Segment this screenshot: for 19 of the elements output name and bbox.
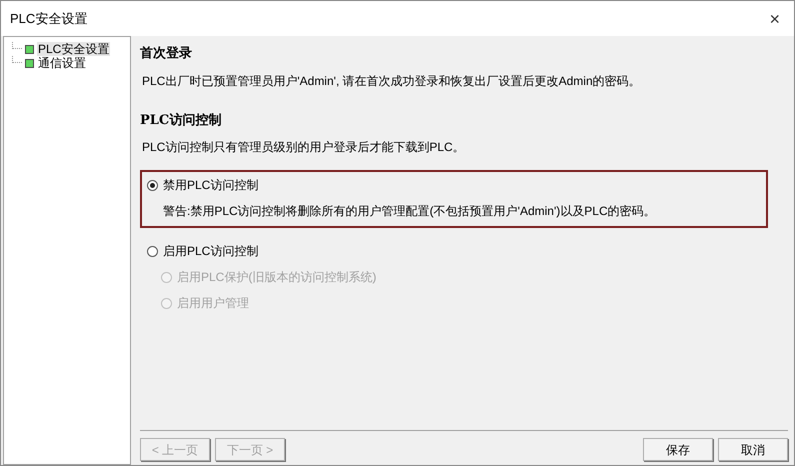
radio-button[interactable] [147, 246, 158, 256]
radio-label: 启用用户管理 [177, 295, 249, 312]
section-heading: 首次登录 [140, 45, 192, 63]
radio-label: 启用PLC访问控制 [163, 243, 258, 260]
close-button[interactable]: × [765, 10, 784, 28]
radio-label: 禁用PLC访问控制 [163, 177, 258, 194]
window-title: PLC安全设置 [10, 10, 88, 28]
section-text: PLC出厂时已预置管理员用户'Admin', 请在首次成功登录和恢复出厂设置后更改Admin的密码。 [142, 72, 641, 90]
tree-item[interactable]: PLC安全设置 [37, 42, 110, 56]
square-icon [25, 44, 34, 54]
warning-text: 警告:禁用PLC访问控制将删除所有的用户管理配置(不包括预置用户'Admin')以及PLC的密码。 [163, 203, 657, 220]
section-text: PLC访问控制只有管理员级别的用户登录后才能下载到PLC。 [142, 139, 465, 156]
dialog-button[interactable]: 保存 [643, 438, 713, 461]
square-icon [25, 58, 34, 68]
radio-label: 启用PLC保护(旧版本的访问控制系统) [177, 269, 376, 286]
section-heading: PLC访问控制 [140, 112, 222, 130]
dialog-button[interactable]: 取消 [718, 438, 788, 461]
tree-item[interactable]: 通信设置 [37, 56, 87, 70]
radio-button[interactable] [147, 180, 158, 190]
